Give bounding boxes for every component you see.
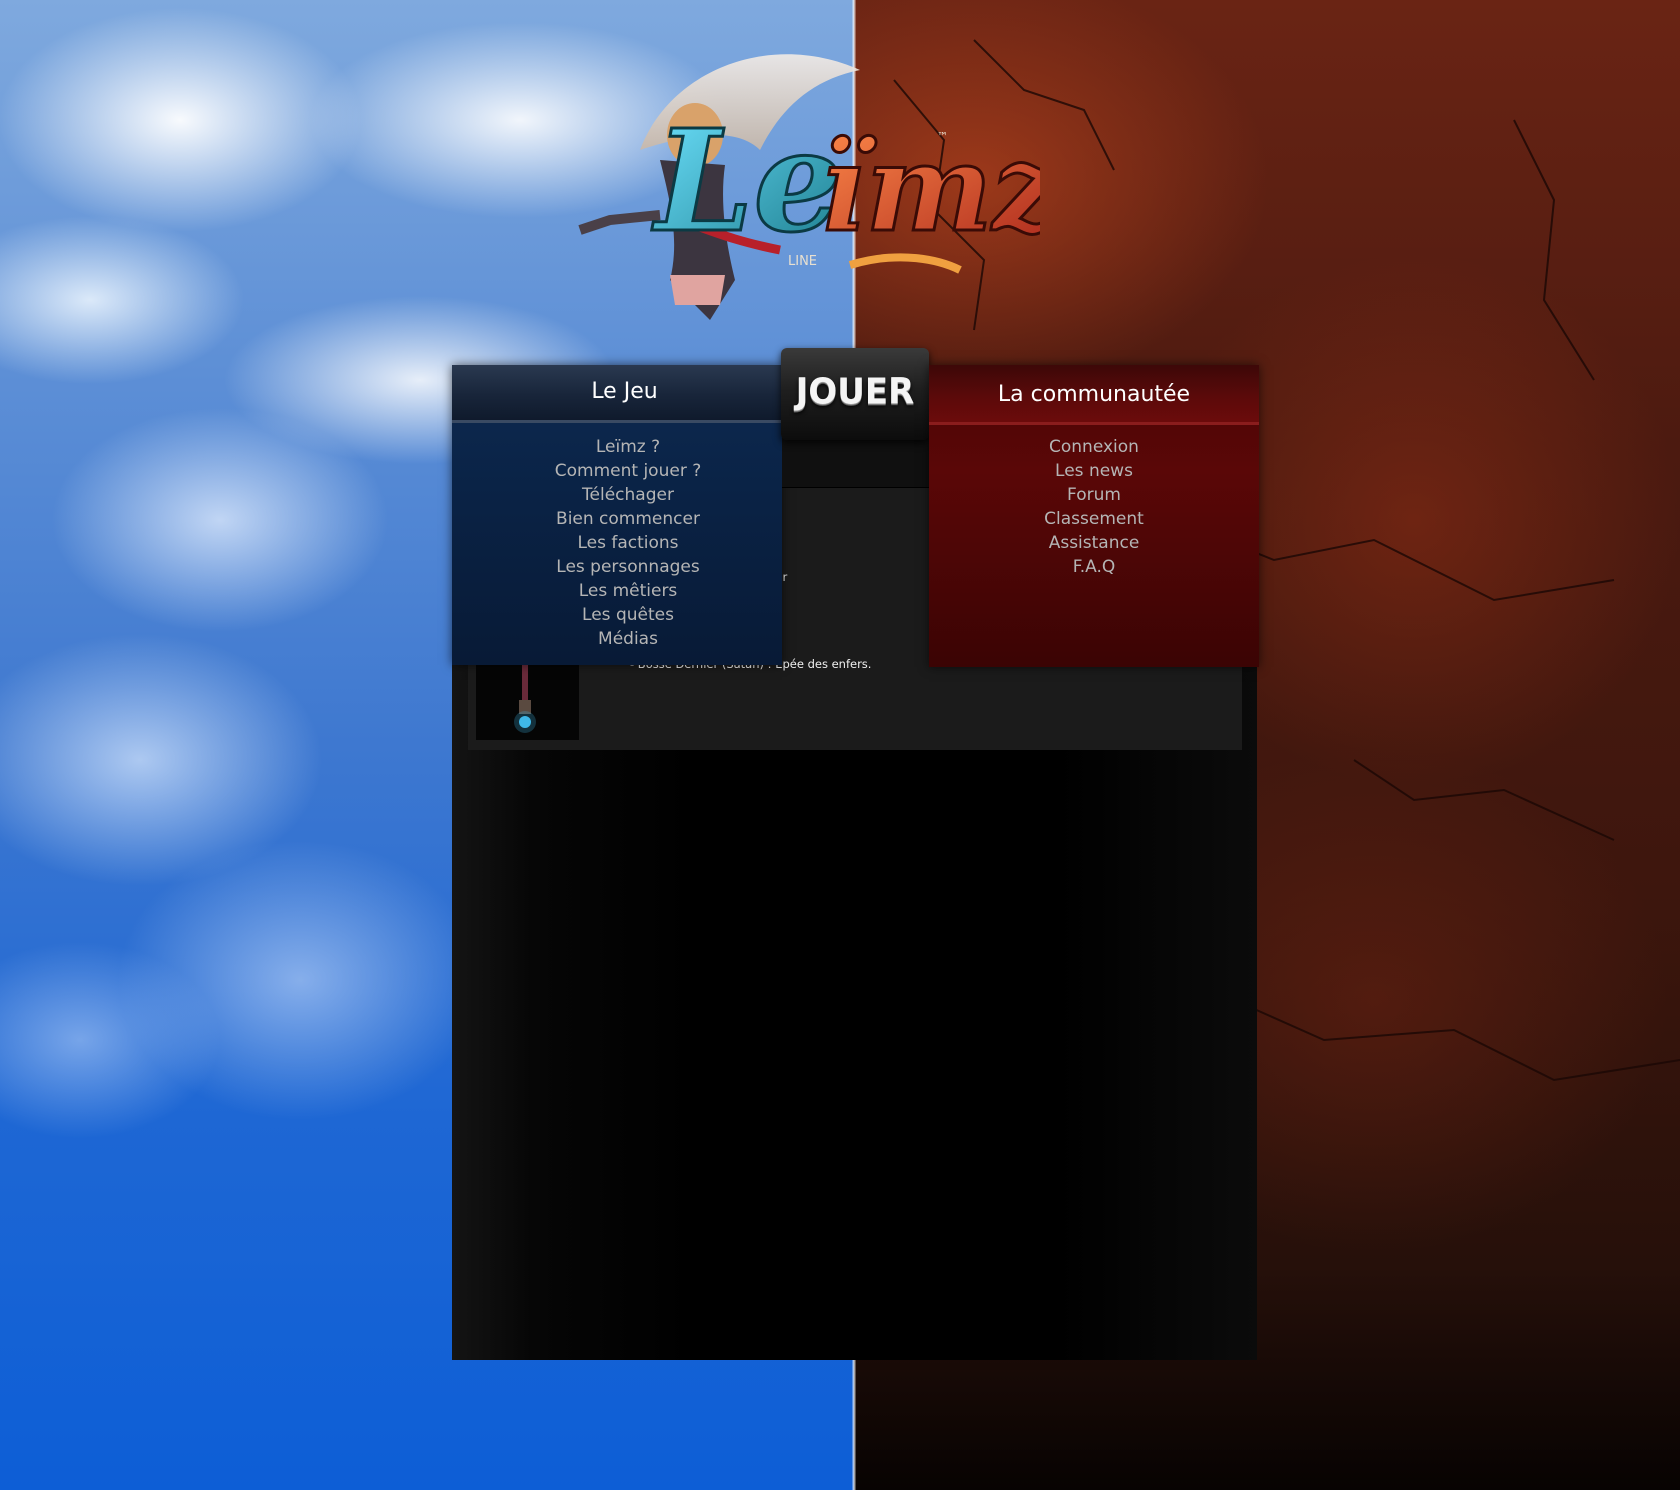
menu-item-medias[interactable]: Médias [452, 627, 804, 651]
menu-communaute-title: La communautée [997, 382, 1191, 407]
menu-communaute-header: La communautée [929, 365, 1259, 425]
menu-item-les-factions[interactable]: Les factions [452, 531, 804, 555]
play-button-label: JOUER [795, 371, 915, 413]
menu-item-assistance[interactable]: Assistance [929, 531, 1259, 555]
menu-item-faq[interactable]: F.A.Q [929, 555, 1259, 579]
menu-item-les-personnages[interactable]: Les personnages [452, 555, 804, 579]
menu-item-les-news[interactable]: Les news [929, 459, 1259, 483]
menu-item-les-quetes[interactable]: Les quêtes [452, 603, 804, 627]
menu-le-jeu: Le Jeu Leïmz ? Comment jouer ? Téléchage… [452, 365, 782, 665]
menu-item-forum[interactable]: Forum [929, 483, 1259, 507]
menu-item-comment-jouer[interactable]: Comment jouer ? [452, 459, 804, 483]
svg-text:ïmz: ïmz [820, 118, 1040, 259]
news-thumbnail [476, 660, 579, 740]
menu-le-jeu-list: Leïmz ? Comment jouer ? Téléchager Bien … [452, 435, 804, 651]
menu-item-bien-commencer[interactable]: Bien commencer [452, 507, 804, 531]
svg-text:Le: Le [651, 100, 843, 264]
svg-text:™: ™ [937, 130, 948, 143]
menu-item-leimz[interactable]: Leïmz ? [452, 435, 804, 459]
menu-le-jeu-title: Le Jeu [591, 379, 658, 404]
menu-item-les-metiers[interactable]: Les mêtiers [452, 579, 804, 603]
menu-item-connexion[interactable]: Connexion [929, 435, 1259, 459]
svg-text:LINE: LINE [788, 254, 817, 269]
menu-item-telecharger[interactable]: Téléchager [452, 483, 804, 507]
menu-le-jeu-header: Le Jeu [452, 365, 782, 423]
menu-communaute: La communautée Connexion Les news Forum … [929, 365, 1259, 667]
menu-item-classement[interactable]: Classement [929, 507, 1259, 531]
page: Le ïmz LINE ™ er, 5 nouvelles armes font… [0, 0, 1680, 1490]
menu-communaute-list: Connexion Les news Forum Classement Assi… [929, 435, 1259, 579]
leimz-logo: Le ïmz LINE ™ [520, 40, 1065, 360]
play-button[interactable]: JOUER [781, 348, 929, 440]
